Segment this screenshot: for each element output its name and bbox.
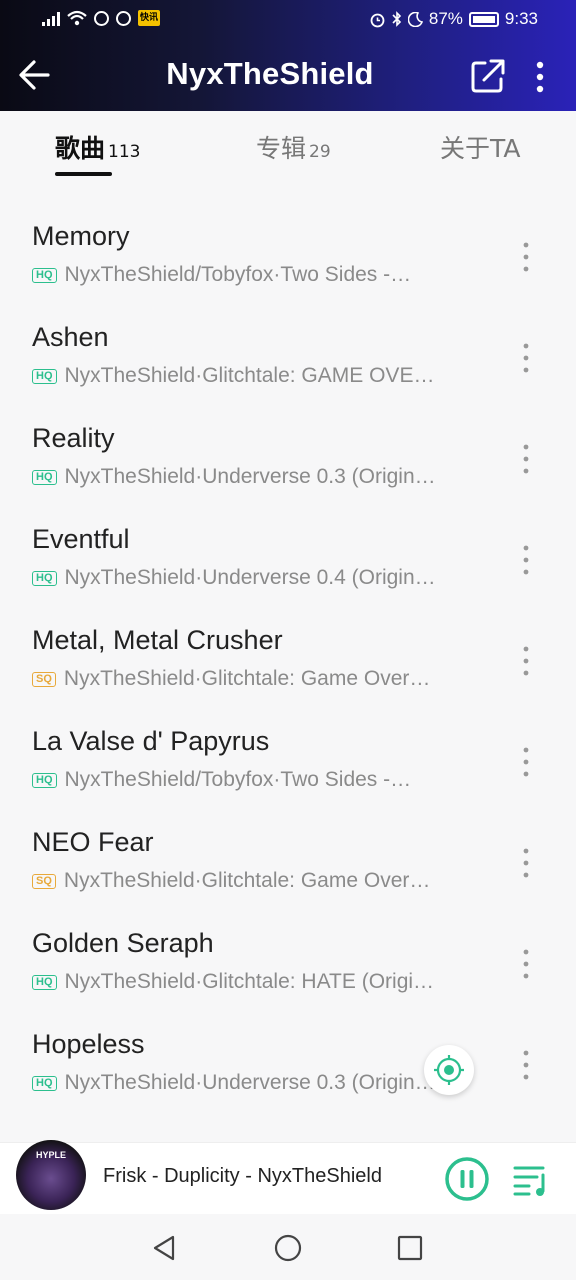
status-bar: 快讯 87% 9:33 <box>0 0 576 40</box>
song-meta: HQ NyxTheShield/Tobyfox·Two Sides -… <box>32 263 447 287</box>
quality-badge: HQ <box>32 368 57 384</box>
song-title: Eventful <box>32 524 130 554</box>
tab-label: 歌曲 <box>55 134 106 163</box>
song-artist-album: NyxTheShield·Glitchtale: HATE (Origi… <box>64 970 435 993</box>
globe-icon <box>94 10 109 26</box>
album-cover-logo: HYPLE <box>35 1150 66 1160</box>
quality-badge: HQ <box>32 974 57 990</box>
tab-songs[interactable]: 歌曲 113 <box>55 129 140 165</box>
playlist-icon[interactable] <box>512 1161 550 1199</box>
song-more-icon[interactable] <box>514 948 538 980</box>
tab-albums[interactable]: 专辑 29 <box>256 129 331 165</box>
song-meta: HQ NyxTheShield·Glitchtale: GAME OVE… <box>32 364 447 388</box>
pause-button[interactable] <box>444 1156 490 1202</box>
header: 快讯 87% 9:33 NyxTheShield <box>0 0 576 111</box>
song-meta: HQ NyxTheShield·Glitchtale: HATE (Origi… <box>32 970 447 994</box>
song-row[interactable]: NEO Fear SQ NyxTheShield·Glitchtale: Game … <box>0 827 576 928</box>
song-title: Ashen <box>32 322 109 352</box>
song-title: Memory <box>32 221 130 251</box>
song-row[interactable]: Memory HQ NyxTheShield/Tobyfox·Two Sides -… <box>0 221 576 322</box>
song-row[interactable]: Eventful HQ NyxTheShield·Underverse 0.4 (O… <box>0 524 576 625</box>
song-title: La Valse d' Papyrus <box>32 726 270 756</box>
moon-icon <box>407 11 423 27</box>
page-title: NyxTheShield <box>166 56 374 91</box>
quality-badge: HQ <box>32 772 57 788</box>
song-row[interactable]: Hopeless HQ NyxTheShield·Underverse 0.3 (O… <box>0 1029 576 1130</box>
tab-about[interactable]: 关于TA <box>440 129 520 165</box>
wifi-icon <box>67 10 87 26</box>
song-meta: HQ NyxTheShield/Tobyfox·Two Sides -… <box>32 768 447 792</box>
clock: 9:33 <box>504 9 538 28</box>
system-nav-bar <box>0 1214 576 1280</box>
song-more-icon[interactable] <box>514 847 538 879</box>
song-row[interactable]: Golden Seraph HQ NyxTheShield·Glitchtale: … <box>0 928 576 1029</box>
share-icon[interactable] <box>468 56 508 96</box>
quality-badge: HQ <box>32 469 57 485</box>
quality-badge: HQ <box>32 267 57 283</box>
song-meta: SQ NyxTheShield·Glitchtale: Game Over… <box>32 667 447 691</box>
battery-icon <box>468 11 499 27</box>
song-row[interactable]: La Valse d' Papyrus HQ NyxTheShield/Tobyfo… <box>0 726 576 827</box>
song-row[interactable]: Metal, Metal Crusher SQ NyxTheShield·Glitc… <box>0 625 576 726</box>
song-title: Hopeless <box>32 1029 145 1059</box>
alarm-icon <box>370 13 385 27</box>
quality-badge: SQ <box>32 671 56 687</box>
locate-icon <box>434 1055 464 1085</box>
song-more-icon[interactable] <box>514 1049 538 1081</box>
song-artist-album: NyxTheShield·Underverse 0.4 (Origin… <box>64 566 436 589</box>
song-more-icon[interactable] <box>514 645 538 677</box>
song-meta: HQ NyxTheShield·Underverse 0.3 (Origin… <box>32 465 447 489</box>
song-artist-album: NyxTheShield·Glitchtale: GAME OVE… <box>64 364 435 387</box>
mini-player[interactable]: HYPLE Frisk - Duplicity - NyxTheShield <box>0 1140 576 1214</box>
song-more-icon[interactable] <box>514 544 538 576</box>
more-vertical-icon[interactable] <box>528 58 552 96</box>
active-tab-indicator <box>55 172 112 176</box>
tab-count: 29 <box>309 142 331 162</box>
song-more-icon[interactable] <box>514 443 538 475</box>
album-cover[interactable]: HYPLE <box>16 1140 86 1210</box>
tab-label: 专辑 <box>256 134 307 163</box>
nav-home-icon[interactable] <box>272 1232 304 1264</box>
locate-current-button[interactable] <box>424 1045 474 1095</box>
song-list[interactable]: Memory HQ NyxTheShield/Tobyfox·Two Sides -… <box>0 181 576 1141</box>
signal-icon <box>42 11 60 26</box>
app-badge-icon: 快讯 <box>138 10 161 26</box>
arrow-left-icon[interactable] <box>14 54 56 96</box>
song-artist-album: NyxTheShield/Tobyfox·Two Sides -… <box>64 768 412 791</box>
now-playing-text[interactable]: Frisk - Duplicity - NyxTheShield <box>103 1165 382 1188</box>
song-row[interactable]: Ashen HQ NyxTheShield·Glitchtale: GAME OVE… <box>0 322 576 423</box>
song-more-icon[interactable] <box>514 241 538 273</box>
song-title: Reality <box>32 423 115 453</box>
song-more-icon[interactable] <box>514 342 538 374</box>
tab-count: 113 <box>108 142 141 162</box>
song-meta: HQ NyxTheShield·Underverse 0.4 (Origin… <box>32 566 447 590</box>
nav-back-icon[interactable] <box>149 1232 181 1264</box>
song-artist-album: NyxTheShield·Glitchtale: Game Over… <box>63 869 431 892</box>
song-artist-album: NyxTheShield·Underverse 0.3 (Origin… <box>64 465 436 488</box>
song-title: Metal, Metal Crusher <box>32 625 283 655</box>
tab-bar: 歌曲 113 专辑 29 关于TA <box>0 111 576 179</box>
song-artist-album: NyxTheShield·Underverse 0.3 (Origin… <box>64 1071 436 1094</box>
notification-icon <box>116 10 131 26</box>
tab-label: 关于TA <box>440 134 521 163</box>
quality-badge: SQ <box>32 873 56 889</box>
song-title: Golden Seraph <box>32 928 214 958</box>
song-more-icon[interactable] <box>514 746 538 778</box>
song-meta: HQ NyxTheShield·Underverse 0.3 (Origin… <box>32 1071 447 1095</box>
quality-badge: HQ <box>32 1075 57 1091</box>
song-title: NEO Fear <box>32 827 154 857</box>
nav-recents-icon[interactable] <box>394 1232 426 1264</box>
battery-percent: 87% <box>428 9 463 28</box>
quality-badge: HQ <box>32 570 57 586</box>
bluetooth-icon <box>392 10 402 27</box>
song-meta: SQ NyxTheShield·Glitchtale: Game Over… <box>32 869 447 893</box>
song-row[interactable]: Reality HQ NyxTheShield·Underverse 0.3 (Or… <box>0 423 576 524</box>
song-artist-album: NyxTheShield/Tobyfox·Two Sides -… <box>64 263 412 286</box>
song-artist-album: NyxTheShield·Glitchtale: Game Over… <box>63 667 431 690</box>
